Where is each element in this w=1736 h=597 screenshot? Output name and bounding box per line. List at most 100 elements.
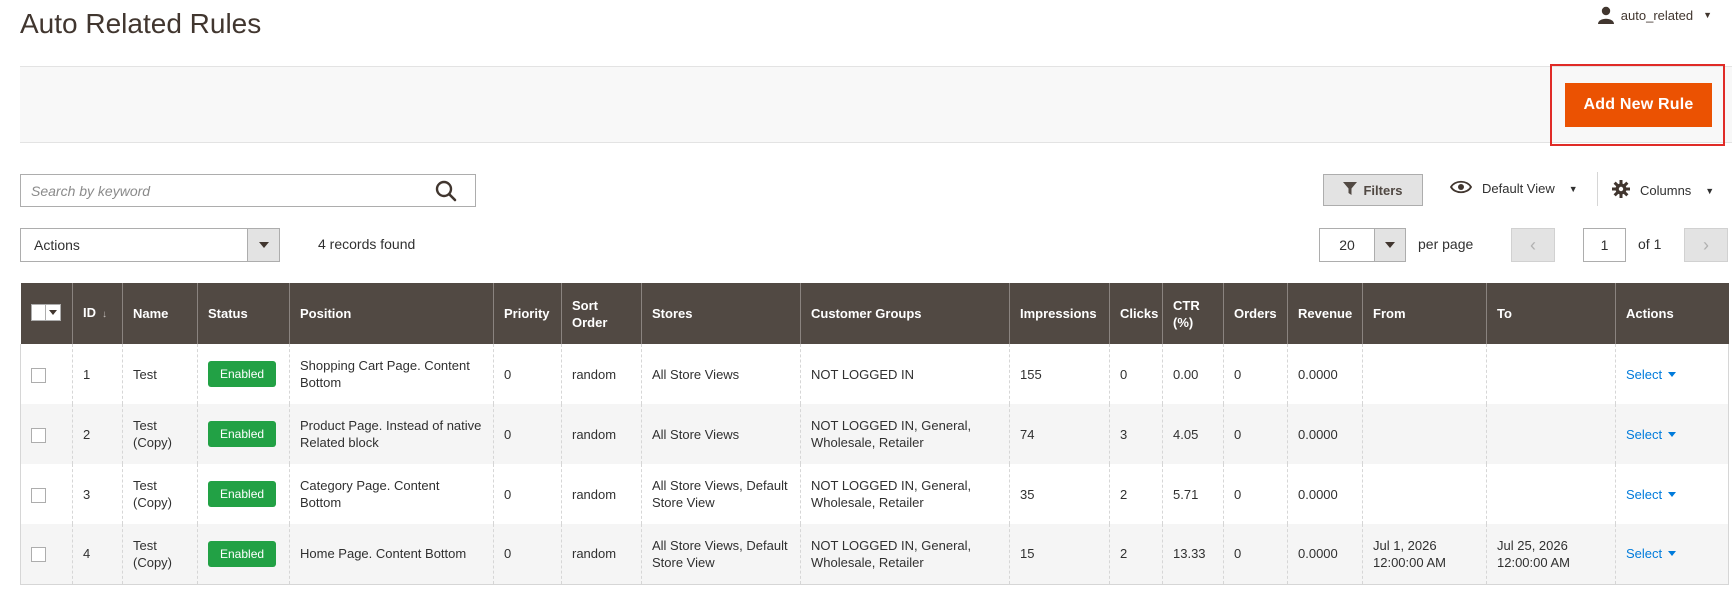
row-checkbox[interactable] (31, 487, 46, 503)
chevron-down-icon (46, 309, 60, 315)
row-checkbox[interactable] (31, 427, 46, 443)
column-header-customer-groups[interactable]: Customer Groups (800, 283, 1010, 344)
cell-name: Test (Copy) (122, 404, 198, 464)
cell-stores: All Store Views (641, 344, 801, 404)
cell-position: Category Page. Content Bottom (289, 464, 494, 524)
cell-orders: 0 (1223, 344, 1288, 404)
toolbar-divider (1597, 172, 1598, 206)
column-header-id[interactable]: ID ↓ (72, 283, 123, 344)
per-page-label: per page (1418, 236, 1474, 252)
table-row[interactable]: 1 Test Enabled Shopping Cart Page. Conte… (20, 344, 1729, 404)
table-row[interactable]: 2 Test (Copy) Enabled Product Page. Inst… (20, 404, 1729, 464)
search-field[interactable] (20, 174, 476, 207)
cell-orders: 0 (1223, 404, 1288, 464)
cell-customer-groups: NOT LOGGED IN (800, 344, 1010, 404)
filters-label: Filters (1363, 182, 1403, 198)
search-input[interactable] (21, 175, 421, 206)
cell-priority: 0 (493, 344, 562, 404)
row-action-select[interactable]: Select (1626, 545, 1677, 562)
mass-actions-dropdown[interactable]: Actions (20, 228, 280, 262)
cell-clicks: 2 (1109, 524, 1163, 585)
row-checkbox[interactable] (31, 367, 46, 383)
column-header-from[interactable]: From (1362, 283, 1487, 344)
mass-select-checkbox[interactable] (30, 303, 61, 321)
cell-revenue: 0.0000 (1287, 344, 1363, 404)
add-new-rule-button[interactable]: Add New Rule (1565, 83, 1712, 127)
view-switcher[interactable]: Default View ▼ (1449, 180, 1578, 197)
columns-label: Columns (1640, 183, 1692, 198)
cell-to (1486, 404, 1616, 464)
columns-button[interactable]: Columns ▼ (1612, 180, 1714, 201)
filters-button[interactable]: Filters (1323, 174, 1423, 206)
chevron-down-icon: ▼ (1703, 10, 1712, 20)
column-header-sort-order[interactable]: Sort Order (561, 283, 642, 344)
search-icon[interactable] (435, 180, 457, 207)
cell-name: Test (Copy) (122, 464, 198, 524)
chevron-down-icon (1668, 551, 1677, 557)
column-header-status[interactable]: Status (197, 283, 290, 344)
column-header-clicks[interactable]: Clicks (1109, 283, 1163, 344)
cell-stores: All Store Views (641, 404, 801, 464)
column-header-priority[interactable]: Priority (493, 283, 562, 344)
gear-icon (1612, 180, 1630, 201)
cell-orders: 0 (1223, 464, 1288, 524)
column-header-actions: Actions (1615, 283, 1729, 344)
column-header-orders[interactable]: Orders (1223, 283, 1288, 344)
status-badge: Enabled (208, 361, 277, 387)
column-header-ctr[interactable]: CTR (%) (1162, 283, 1224, 344)
column-header-to[interactable]: To (1486, 283, 1616, 344)
cell-stores: All Store Views, Default Store View (641, 524, 801, 585)
user-account-menu[interactable]: auto_related ▼ (1597, 6, 1712, 24)
table-row[interactable]: 3 Test (Copy) Enabled Category Page. Con… (20, 464, 1729, 524)
page-title: Auto Related Rules (20, 8, 262, 39)
row-action-select[interactable]: Select (1626, 486, 1677, 503)
status-badge: Enabled (208, 540, 277, 567)
cell-sort-order: random (561, 344, 642, 404)
chevron-down-icon (1668, 431, 1677, 437)
chevron-down-icon: ▼ (1568, 183, 1578, 194)
cell-from: Jul 1, 2026 12:00:00 AM (1362, 524, 1487, 585)
cell-sort-order: random (561, 524, 642, 585)
column-header-revenue[interactable]: Revenue (1287, 283, 1363, 344)
chevron-down-icon[interactable] (1374, 229, 1405, 261)
rules-grid: ID ↓ Name Status Position Priority Sort O… (20, 283, 1729, 585)
cell-priority: 0 (493, 464, 562, 524)
previous-page-button[interactable]: ‹ (1511, 228, 1555, 262)
cell-customer-groups: NOT LOGGED IN, General, Wholesale, Retai… (800, 464, 1010, 524)
cell-sort-order: random (561, 404, 642, 464)
column-header-stores[interactable]: Stores (641, 283, 801, 344)
user-name: auto_related (1620, 7, 1694, 23)
cell-ctr: 0.00 (1162, 344, 1224, 404)
per-page-select[interactable]: 20 (1319, 228, 1406, 262)
chevron-down-icon (1668, 491, 1677, 497)
cell-id: 3 (72, 464, 123, 524)
column-header-impressions[interactable]: Impressions (1009, 283, 1110, 344)
current-page-input[interactable]: 1 (1583, 228, 1626, 262)
view-label: Default View (1482, 181, 1555, 196)
next-page-button[interactable]: › (1684, 228, 1728, 262)
user-icon (1597, 6, 1615, 24)
cell-name: Test (Copy) (122, 524, 198, 585)
row-checkbox[interactable] (31, 547, 46, 563)
filter-icon (1343, 181, 1358, 199)
chevron-left-icon: ‹ (1530, 234, 1536, 255)
cell-stores: All Store Views, Default Store View (641, 464, 801, 524)
cell-from (1362, 404, 1487, 464)
cell-customer-groups: NOT LOGGED IN, General, Wholesale, Retai… (800, 524, 1010, 585)
cell-impressions: 155 (1009, 344, 1110, 404)
row-action-select[interactable]: Select (1626, 366, 1677, 383)
cell-position: Product Page. Instead of native Related … (289, 404, 494, 464)
cell-ctr: 4.05 (1162, 404, 1224, 464)
cell-to: Jul 25, 2026 12:00:00 AM (1486, 524, 1616, 585)
page-total: of 1 (1638, 236, 1662, 252)
column-header-name[interactable]: Name (122, 283, 198, 344)
chevron-down-icon: ▼ (1705, 185, 1715, 196)
row-action-select[interactable]: Select (1626, 426, 1677, 443)
eye-icon (1449, 180, 1473, 197)
cell-impressions: 15 (1009, 524, 1110, 585)
page-actions-bar (20, 66, 1732, 143)
cell-to (1486, 344, 1616, 404)
chevron-down-icon[interactable] (247, 229, 279, 261)
column-header-position[interactable]: Position (289, 283, 494, 344)
table-row[interactable]: 4 Test (Copy) Enabled Home Page. Content… (20, 524, 1729, 585)
